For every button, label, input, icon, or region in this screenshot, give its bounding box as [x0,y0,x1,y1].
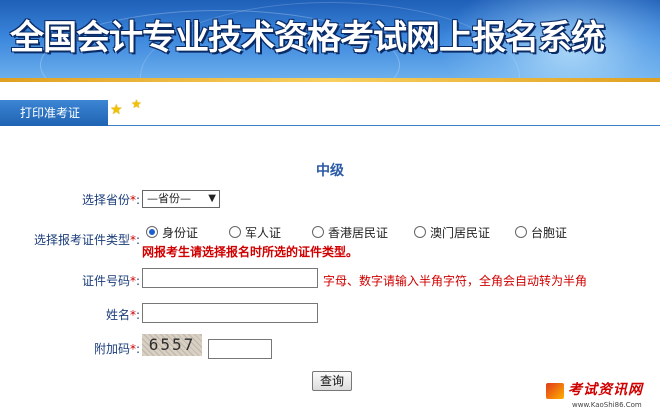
cert-option-military-card[interactable]: 军人证 [229,224,281,241]
province-label: 选择省份*: [81,193,140,207]
book-icon [546,383,564,399]
cert-type-warning: 网报考生请选择报名时所选的证件类型。 [142,245,359,259]
star-icon: ★ [110,102,123,118]
cert-option-hongkong-card[interactable]: 香港居民证 [312,224,388,241]
radio-button[interactable] [312,226,324,238]
name-input[interactable] [142,303,318,323]
exam-level-heading: 中级 [316,163,344,179]
cert-type-label: 选择报考证件类型*: [33,233,140,247]
name-label: 姓名*: [105,308,140,322]
tab-bar: 打印准考证 ★ ★ [0,96,660,126]
radio-button[interactable] [229,226,241,238]
watermark-name: 考试资讯网 [568,382,643,398]
radio-button[interactable] [515,226,527,238]
chevron-down-icon: ▼ [208,193,216,204]
query-button[interactable]: 查询 [312,371,352,391]
captcha-image[interactable]: 6557 [142,334,202,356]
province-select[interactable]: —省份— ▼ [142,190,220,208]
id-number-hint: 字母、数字请输入半角字符，全角会自动转为半角 [323,274,588,288]
star-icon: ★ [131,97,142,111]
cert-option-taiwan-card[interactable]: 台胞证 [515,224,567,241]
captcha-input[interactable] [208,339,272,359]
system-title: 全国会计专业技术资格考试网上报名系统 [10,18,605,58]
radio-button[interactable] [414,226,426,238]
radio-button[interactable] [146,226,158,238]
watermark-url: www.KaoShi86.Com [572,401,642,409]
banner-divider [0,78,660,82]
cert-option-id-card[interactable]: 身份证 [146,224,198,241]
id-number-label: 证件号码*: [81,274,140,288]
captcha-label: 附加码*: [93,342,140,356]
id-number-input[interactable] [142,268,318,288]
cert-option-macau-card[interactable]: 澳门居民证 [414,224,490,241]
tab-print-admission-ticket[interactable]: 打印准考证 [0,100,108,126]
site-watermark-logo: 考试资讯网 www.KaoShi86.Com [542,377,660,415]
header-banner: 全国会计专业技术资格考试网上报名系统 [0,0,660,82]
